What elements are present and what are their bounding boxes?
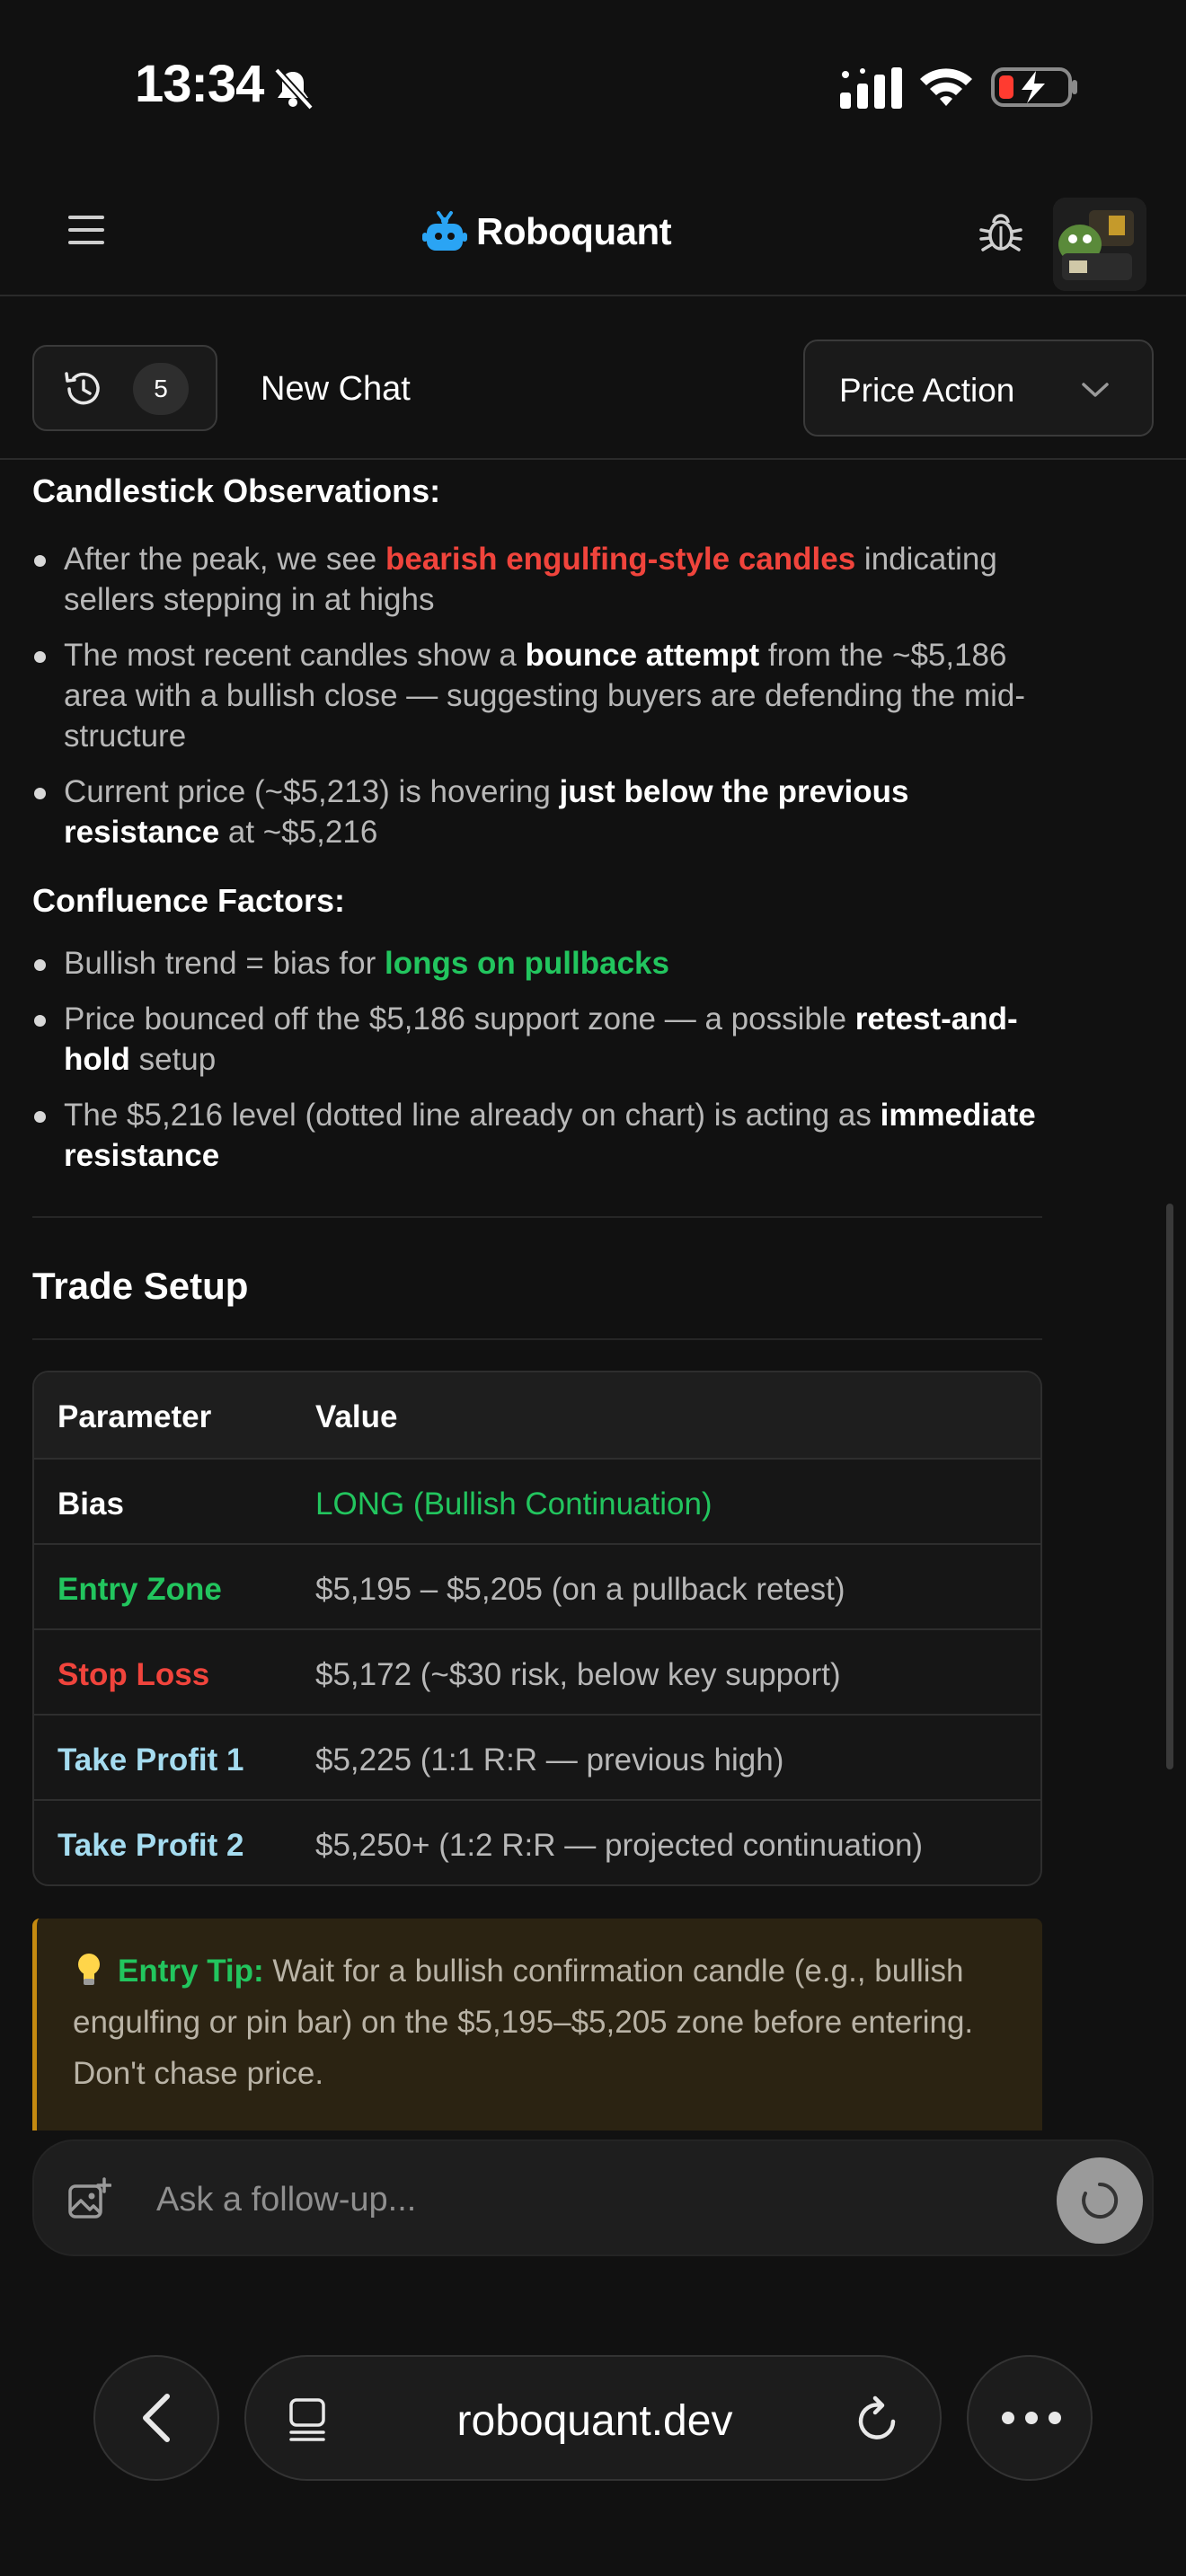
new-chat-button[interactable]: New Chat (261, 370, 411, 409)
browser-back-button[interactable] (93, 2355, 219, 2481)
browser-url: roboquant.dev (456, 2397, 733, 2445)
chat-toolbar: 5 New Chat Price Action (0, 298, 1186, 460)
trade-setup-heading: Trade Setup (32, 1265, 249, 1307)
row-parameter: Take Profit 2 (58, 1828, 244, 1863)
list-item: After the peak, we see bearish engulfing… (32, 539, 1042, 620)
history-clock-icon (65, 372, 100, 405)
table-header-row: Parameter Value (34, 1372, 1040, 1458)
confluence-list: Bullish trend = bias for longs on pullba… (32, 943, 1042, 1191)
table-row: Take Profit 2 $5,250+ (1:2 R:R — project… (34, 1799, 1040, 1884)
app-header: Roboquant (0, 171, 1186, 296)
battery-icon (991, 67, 1077, 107)
hamburger-icon[interactable] (66, 212, 106, 248)
signal-icon (840, 67, 902, 109)
row-parameter: Entry Zone (58, 1572, 222, 1607)
brand-logo[interactable]: Roboquant (422, 205, 672, 259)
row-value: $5,225 (1:1 R:R — previous high) (315, 1742, 784, 1778)
entry-tip-callout: Entry Tip: Wait for a bullish confirmati… (32, 1919, 1042, 2130)
avatar-image (1053, 198, 1146, 291)
list-item: Bullish trend = bias for longs on pullba… (32, 943, 1042, 984)
row-parameter: Stop Loss (58, 1657, 210, 1692)
table-row: Stop Loss $5,172 (~$30 risk, below key s… (34, 1628, 1040, 1714)
list-item: Price bounced off the $5,186 support zon… (32, 999, 1042, 1080)
table-row: Bias LONG (Bullish Continuation) (34, 1458, 1040, 1543)
mode-dropdown[interactable]: Price Action (803, 340, 1154, 437)
row-parameter: Bias (58, 1486, 124, 1522)
browser-more-button[interactable] (967, 2355, 1093, 2481)
trade-setup-table: Parameter Value Bias LONG (Bullish Conti… (32, 1371, 1042, 1886)
row-value: $5,250+ (1:2 R:R — projected continuatio… (315, 1828, 924, 1863)
composer (32, 2139, 1154, 2256)
avatar[interactable] (1053, 198, 1146, 291)
more-dots-icon (1002, 2412, 1061, 2424)
wifi-icon (920, 68, 972, 106)
scrollbar[interactable] (1166, 1204, 1173, 1769)
robot-icon (422, 211, 467, 251)
mode-selected-value: Price Action (839, 372, 1015, 409)
tip-label: Entry Tip: (118, 1954, 264, 1989)
assistant-message: Candlestick Observations: After the peak… (32, 460, 1042, 2130)
candlestick-heading: Candlestick Observations: (32, 472, 441, 509)
image-plus-icon[interactable] (66, 2177, 111, 2222)
list-item: The most recent candles show a bounce at… (32, 635, 1042, 756)
confluence-heading: Confluence Factors: (32, 882, 346, 919)
chevron-down-icon (1082, 383, 1109, 397)
reload-icon[interactable] (854, 2395, 902, 2445)
table-row: Entry Zone $5,195 – $5,205 (on a pullbac… (34, 1543, 1040, 1628)
column-header-parameter: Parameter (58, 1399, 212, 1434)
row-parameter: Take Profit 1 (58, 1742, 244, 1778)
list-item: Current price (~$5,213) is hovering just… (32, 772, 1042, 852)
list-item: The $5,216 level (dotted line already on… (32, 1095, 1042, 1176)
status-bar: 13:34 (0, 0, 1186, 171)
row-value: $5,172 (~$30 risk, below key support) (315, 1657, 841, 1692)
column-header-value: Value (315, 1399, 398, 1434)
browser-url-bar[interactable]: roboquant.dev (244, 2355, 942, 2481)
follow-up-input[interactable] (156, 2168, 1019, 2231)
history-button[interactable]: 5 (32, 345, 217, 431)
divider (32, 1216, 1042, 1218)
bug-icon[interactable] (978, 208, 1024, 255)
bell-off-icon (274, 67, 314, 110)
row-value: LONG (Bullish Continuation) (315, 1486, 712, 1522)
candlestick-list: After the peak, we see bearish engulfing… (32, 539, 1042, 868)
row-value: $5,195 – $5,205 (on a pullback retest) (315, 1572, 845, 1607)
brand-name: Roboquant (476, 210, 672, 252)
send-button[interactable] (1057, 2157, 1143, 2244)
lightbulb-icon (78, 1954, 100, 1985)
chevron-left-icon (143, 2394, 170, 2442)
status-time: 13:34 (135, 55, 264, 113)
loading-spinner-icon (1082, 2182, 1119, 2219)
table-row: Take Profit 1 $5,225 (1:1 R:R — previous… (34, 1714, 1040, 1799)
divider (32, 1338, 1042, 1340)
history-count-badge: 5 (133, 363, 189, 415)
